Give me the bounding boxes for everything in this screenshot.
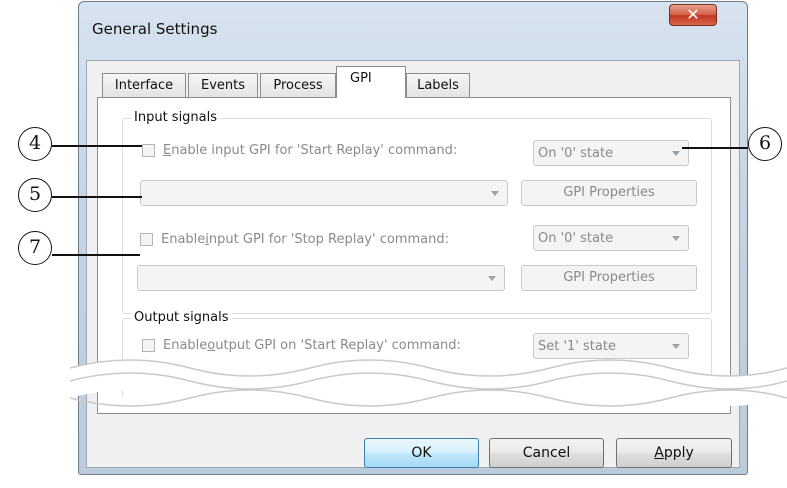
callout-7-leader [52,254,140,256]
cut-break-overlay [69,359,787,407]
callout-4: 4 [18,127,52,161]
callout-7: 7 [18,231,52,265]
callout-4-leader [52,145,142,147]
callout-5-leader [52,196,142,198]
callout-5: 5 [18,178,52,212]
callout-6-leader [682,147,748,149]
callout-6: 6 [748,127,782,161]
